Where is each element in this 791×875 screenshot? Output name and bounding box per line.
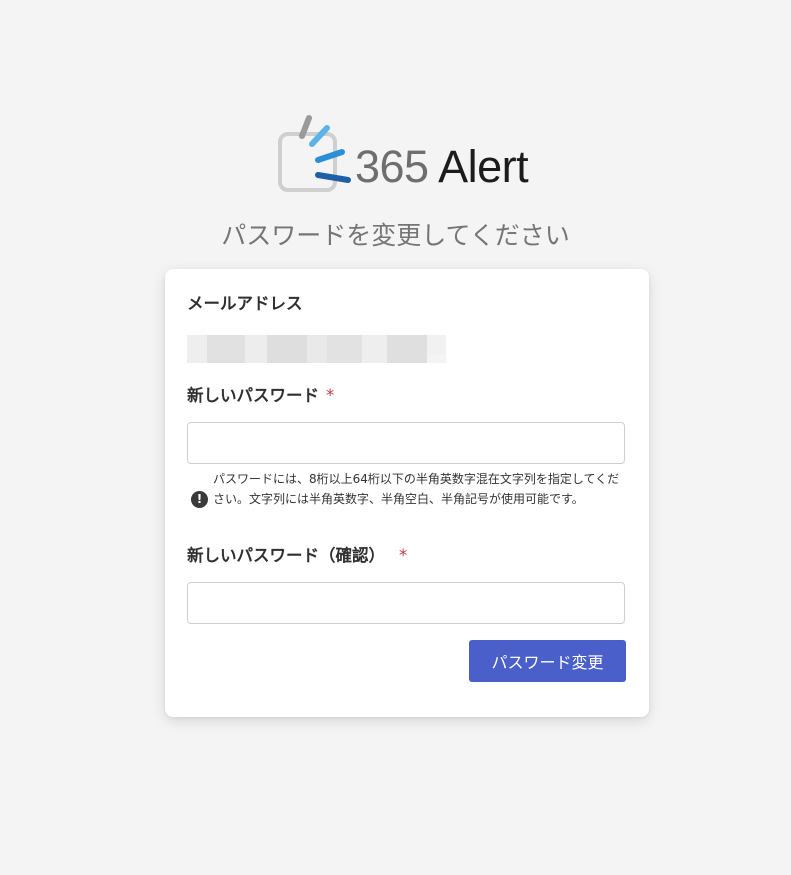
change-password-button[interactable]: パスワード変更	[469, 640, 626, 682]
confirm-password-field[interactable]	[187, 582, 625, 624]
email-label: メールアドレス	[187, 293, 303, 315]
confirm-password-label-text: 新しいパスワード（確認）	[187, 546, 385, 565]
logo-wordmark: 365 Alert	[355, 141, 529, 192]
365-alert-logo-icon	[278, 115, 351, 192]
email-value-masked	[187, 335, 446, 363]
logo-number: 365	[355, 141, 429, 192]
new-password-label: 新しいパスワード *	[187, 385, 334, 407]
password-hint-text: パスワードには、8桁以上64桁以下の半角英数字混在文字列を指定してください。文字…	[213, 472, 620, 506]
email-label-text: メールアドレス	[187, 294, 303, 313]
page-title: パスワードを変更してください	[221, 221, 570, 250]
confirm-password-label: 新しいパスワード（確認） *	[187, 545, 407, 567]
logo-word: Alert	[438, 141, 529, 192]
required-mark: *	[326, 386, 335, 405]
app-logo: 365 Alert	[278, 114, 548, 196]
required-mark: *	[399, 546, 408, 565]
exclamation-circle-icon: !	[191, 491, 208, 508]
new-password-field[interactable]	[187, 422, 625, 464]
password-change-card: メールアドレス 新しいパスワード * ! パスワードには、8桁以上64桁以下の半角…	[165, 269, 649, 717]
new-password-label-text: 新しいパスワード	[187, 386, 319, 405]
